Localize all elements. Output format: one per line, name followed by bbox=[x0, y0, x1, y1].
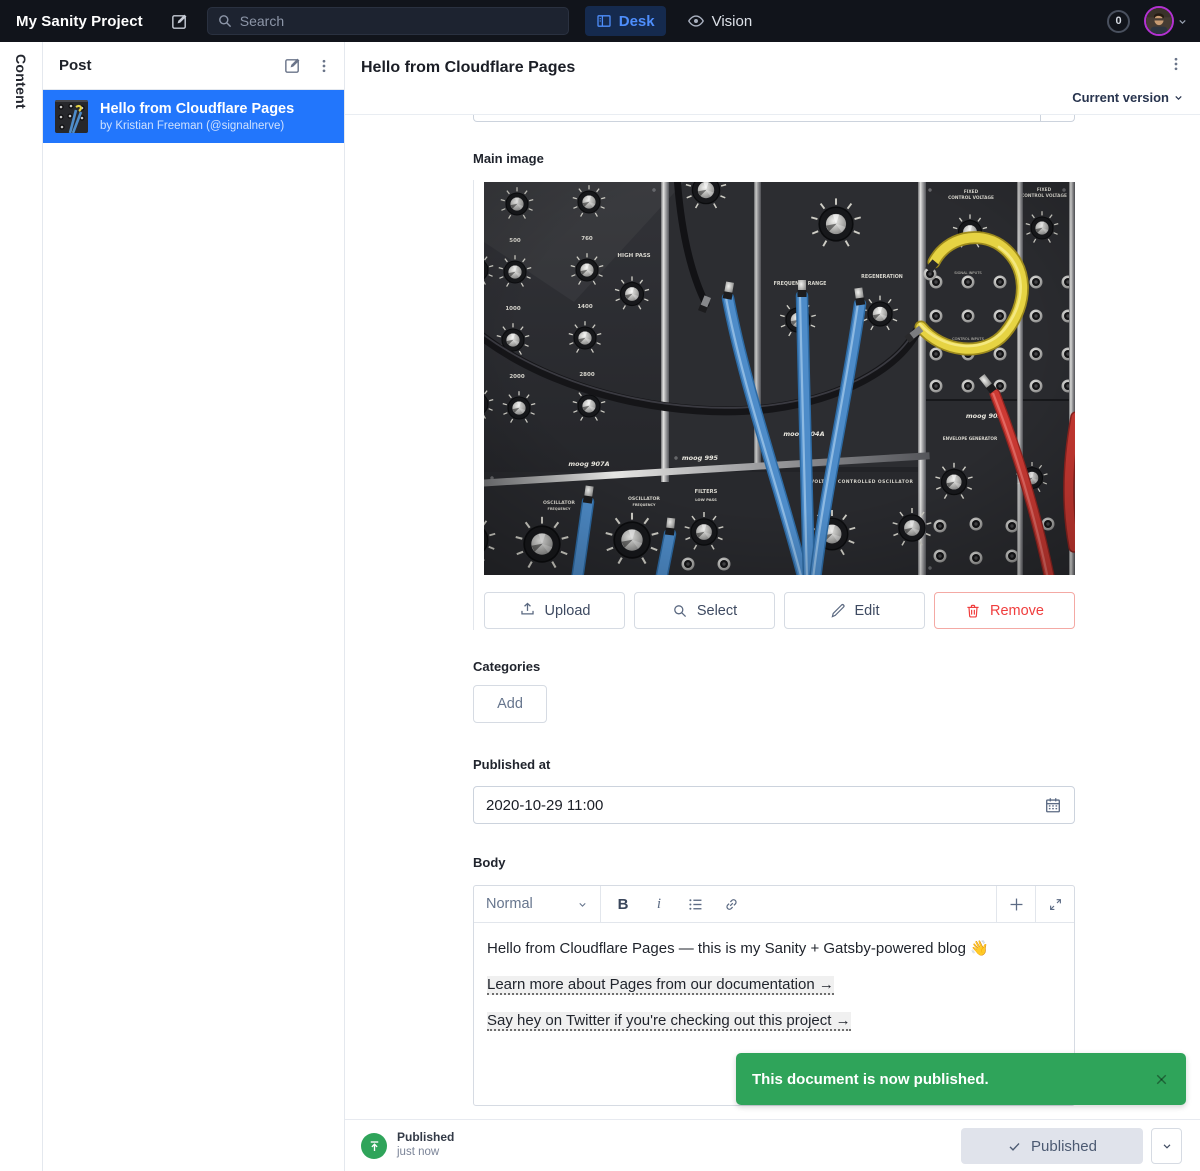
link-button[interactable] bbox=[715, 889, 747, 919]
avatar[interactable] bbox=[1144, 6, 1174, 36]
toast-message: This document is now published. bbox=[752, 1070, 989, 1088]
upload-button[interactable]: Upload bbox=[484, 592, 625, 629]
publish-button-label: Published bbox=[1031, 1137, 1097, 1155]
user-menu-chevron-icon[interactable] bbox=[1177, 16, 1188, 27]
list-pane-title: Post bbox=[59, 57, 92, 74]
navbar-right: 0 bbox=[1107, 6, 1188, 36]
publish-status-text: Published bbox=[397, 1130, 455, 1144]
insert-block-button[interactable] bbox=[996, 886, 1035, 922]
project-title: My Sanity Project bbox=[16, 12, 143, 30]
field-change-bar bbox=[473, 180, 474, 630]
search-icon bbox=[217, 13, 233, 29]
document-title: Hello from Cloudflare Pages bbox=[361, 59, 576, 76]
italic-button[interactable]: i bbox=[643, 889, 675, 919]
upload-icon bbox=[519, 602, 536, 619]
search-input[interactable] bbox=[206, 7, 569, 35]
remove-button[interactable]: Remove bbox=[934, 592, 1075, 629]
published-at-input[interactable] bbox=[473, 786, 1075, 824]
body-link-twitter[interactable]: Say hey on Twitter if you're checking ou… bbox=[487, 1012, 851, 1031]
publish-time-text: just now bbox=[397, 1146, 440, 1158]
new-document-icon[interactable] bbox=[283, 56, 302, 75]
content-strip-label: Content bbox=[13, 54, 29, 109]
toast-close-icon[interactable] bbox=[1153, 1071, 1170, 1088]
remove-label: Remove bbox=[990, 602, 1044, 619]
check-icon bbox=[1007, 1139, 1022, 1154]
tab-vision[interactable]: Vision bbox=[676, 6, 764, 36]
select-button[interactable]: Select bbox=[634, 592, 775, 629]
version-chevron-icon bbox=[1173, 92, 1184, 103]
editor-toolbar: Normal B i bbox=[474, 886, 1074, 923]
list-item-subtitle: by Kristian Freeman (@signalnerve) bbox=[100, 120, 285, 132]
text-style-select[interactable]: Normal bbox=[474, 886, 601, 922]
pencil-icon bbox=[830, 603, 846, 619]
body-label: Body bbox=[473, 855, 506, 870]
bullet-list-button[interactable] bbox=[679, 889, 711, 919]
body-link-documentation[interactable]: Learn more about Pages from our document… bbox=[487, 976, 834, 995]
sanity-studio: My Sanity Project Desk Vision 0 bbox=[0, 0, 1200, 1171]
tab-desk[interactable]: Desk bbox=[584, 6, 666, 36]
document-footer: Published just now Published bbox=[345, 1119, 1200, 1171]
edit-label: Edit bbox=[854, 602, 880, 619]
document-list-pane: Post Hello from Cloudflare Pages by Kris… bbox=[43, 42, 345, 1171]
bold-button[interactable]: B bbox=[607, 889, 639, 919]
compose-icon[interactable] bbox=[167, 8, 193, 34]
trash-icon bbox=[965, 603, 981, 619]
select-search-icon bbox=[672, 603, 688, 619]
publish-menu-chevron-button[interactable] bbox=[1151, 1128, 1182, 1164]
document-header: Hello from Cloudflare Pages Current vers… bbox=[345, 42, 1200, 115]
categories-label: Categories bbox=[473, 659, 541, 674]
published-at-label: Published at bbox=[473, 757, 551, 772]
calendar-icon[interactable] bbox=[1044, 796, 1062, 814]
published-status-icon bbox=[361, 1133, 387, 1159]
style-chevron-icon bbox=[577, 899, 588, 910]
eye-icon bbox=[687, 12, 705, 30]
tab-vision-label: Vision bbox=[711, 12, 753, 30]
main-image-photo: 500 760 1000 1400 2000 2800 HIGH PASS FR… bbox=[484, 182, 1075, 575]
desk-icon bbox=[596, 13, 612, 29]
edit-button[interactable]: Edit bbox=[784, 592, 925, 629]
publish-button[interactable]: Published bbox=[961, 1128, 1143, 1164]
document-menu-kebab-icon[interactable] bbox=[1168, 56, 1184, 72]
body-text-area[interactable]: Hello from Cloudflare Pages — this is my… bbox=[474, 923, 1074, 1061]
publish-toast: This document is now published. bbox=[736, 1053, 1186, 1105]
presence-badge[interactable]: 0 bbox=[1107, 9, 1130, 33]
published-at-field[interactable] bbox=[486, 796, 1044, 814]
list-item-thumbnail bbox=[55, 100, 88, 133]
top-navbar: My Sanity Project Desk Vision 0 bbox=[0, 0, 1200, 42]
title-field-cutoff[interactable] bbox=[473, 115, 1075, 122]
list-item-hello-from-cloudflare-pages[interactable]: Hello from Cloudflare Pages by Kristian … bbox=[43, 90, 344, 143]
select-label: Select bbox=[696, 602, 738, 619]
pane-menu-kebab-icon[interactable] bbox=[316, 58, 332, 74]
document-pane: Hello from Cloudflare Pages Current vers… bbox=[345, 42, 1200, 1119]
text-style-value: Normal bbox=[486, 896, 533, 912]
tab-desk-label: Desk bbox=[618, 12, 655, 30]
version-selector[interactable]: Current version bbox=[1072, 90, 1184, 105]
main-image-label: Main image bbox=[473, 151, 544, 166]
add-category-button[interactable]: Add bbox=[473, 685, 547, 723]
fullscreen-button[interactable] bbox=[1035, 886, 1074, 922]
content-strip[interactable]: Content bbox=[0, 42, 43, 1171]
version-label: Current version bbox=[1072, 90, 1169, 105]
upload-label: Upload bbox=[544, 602, 591, 619]
search-field[interactable] bbox=[239, 13, 540, 29]
list-item-title: Hello from Cloudflare Pages bbox=[100, 101, 295, 117]
image-actions: Upload Select Edit Remove bbox=[484, 592, 1075, 629]
main-image-preview[interactable]: 500 760 1000 1400 2000 2800 HIGH PASS FR… bbox=[484, 182, 1075, 575]
list-pane-header: Post bbox=[43, 42, 344, 90]
body-paragraph: Hello from Cloudflare Pages — this is my… bbox=[487, 940, 989, 957]
document-form: Main image Upload Select Edit Remove Cat… bbox=[345, 115, 1200, 1119]
